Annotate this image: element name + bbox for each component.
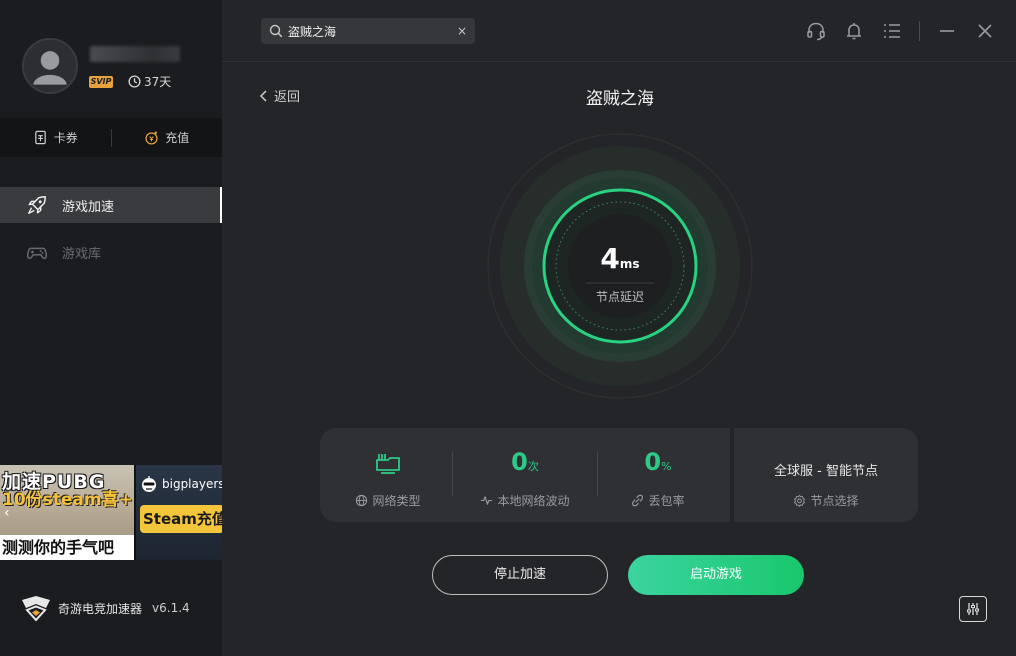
- stat-packet-loss: 0% 丢包率: [590, 428, 726, 522]
- network-type-label: 网络类型: [320, 492, 456, 509]
- menu-icon: [884, 24, 900, 38]
- latency-gauge: 4ms 节点延迟: [486, 132, 754, 400]
- bigplayers-text: bigplayers: [162, 477, 222, 491]
- sidebar-item-label: 游戏加速: [62, 199, 115, 215]
- settings-button[interactable]: [959, 596, 987, 622]
- fluctuation-text: 本地网络波动: [497, 494, 570, 508]
- steam-recharge-cta: Steam充值: [140, 505, 222, 533]
- topbar: ×: [222, 0, 1016, 62]
- menu-button[interactable]: [881, 20, 903, 42]
- gamepad-icon: [27, 247, 47, 260]
- back-button[interactable]: 返回: [258, 86, 300, 105]
- version-label: v6.1.4: [152, 601, 190, 615]
- network-stats-panel: 网络类型 0次 本地网络波动 0% 丢包率 全球服 - 智能节点 节点选择: [320, 428, 918, 522]
- sidebar-item-label: 游戏库: [62, 246, 102, 262]
- clock-icon: [128, 75, 141, 88]
- sidebar-item-game-boost[interactable]: 游戏加速: [0, 187, 222, 223]
- fluctuation-value: 0次: [457, 448, 593, 476]
- chevron-left-icon: [259, 89, 267, 102]
- promo-banner-pubg[interactable]: 加速PUBG 10份steam喜+1福袋 测测你的手气吧: [0, 465, 134, 560]
- bell-icon: [847, 23, 861, 40]
- window-controls: [805, 20, 996, 42]
- app-window: SVIP 37天 卡券 充值 游戏加速 游戏库 加速PUBG 10份steam喜…: [0, 0, 1016, 656]
- vip-days: 37天: [128, 73, 171, 90]
- support-button[interactable]: [805, 20, 827, 42]
- divider: [452, 452, 453, 496]
- search-icon: [269, 24, 283, 38]
- fluctuation-unit: 次: [527, 460, 539, 473]
- coupon-icon: [34, 130, 46, 145]
- recharge-label: 充值: [165, 131, 190, 145]
- sidebar-item-game-library[interactable]: 游戏库: [0, 234, 222, 270]
- packet-loss-unit: %: [661, 460, 672, 473]
- recharge-coin-icon: [145, 131, 158, 145]
- back-label: 返回: [274, 90, 301, 105]
- packet-loss-number: 0: [644, 448, 662, 476]
- globe-icon: [356, 494, 368, 507]
- ethernet-monitor-icon: [376, 454, 400, 474]
- broken-link-icon: [632, 494, 644, 507]
- network-stats: 网络类型 0次 本地网络波动 0% 丢包率: [320, 428, 730, 522]
- coupon-label: 卡券: [53, 131, 78, 145]
- gear-icon: [794, 494, 806, 507]
- bigplayers-mascot-icon: [142, 476, 156, 492]
- promo-banner-bigplayers[interactable]: bigplayers Steam充值: [136, 465, 222, 560]
- avatar[interactable]: [22, 38, 78, 94]
- network-type-text: 网络类型: [372, 494, 421, 508]
- launch-game-button[interactable]: 启动游戏: [628, 555, 804, 595]
- qiyou-logo-icon: [22, 596, 50, 622]
- bigplayers-logo: bigplayers: [140, 475, 222, 493]
- user-icon: [24, 40, 76, 92]
- node-title: 全球服 - 智能节点: [774, 464, 878, 479]
- fluctuation-label: 本地网络波动: [457, 492, 593, 509]
- stop-boost-button[interactable]: 停止加速: [432, 555, 608, 595]
- sliders-icon: [967, 603, 979, 615]
- latency-value: 4ms: [486, 242, 754, 275]
- vip-days-text: 37天: [144, 75, 172, 89]
- network-type-value: [320, 448, 456, 480]
- banner-prev-arrow[interactable]: ‹: [4, 505, 10, 521]
- search-input[interactable]: [288, 24, 452, 38]
- rocket-icon: [28, 196, 46, 214]
- fluctuation-number: 0: [511, 448, 528, 476]
- promo-line-3: 测测你的手气吧: [0, 535, 134, 560]
- sidebar: SVIP 37天 卡券 充值 游戏加速 游戏库 加速PUBG 10份steam喜…: [0, 0, 222, 656]
- headset-icon: [807, 22, 825, 41]
- pulse-icon: [481, 496, 493, 505]
- packet-loss-label: 丢包率: [590, 492, 726, 509]
- brand-name: 奇游电竞加速器: [58, 601, 143, 616]
- promo-banner[interactable]: 加速PUBG 10份steam喜+1福袋 测测你的手气吧 ‹ bigplayer…: [0, 465, 222, 560]
- packet-loss-text: 丢包率: [648, 494, 685, 508]
- search-box[interactable]: ×: [261, 18, 475, 44]
- page-title: 盗贼之海: [586, 89, 654, 109]
- close-button[interactable]: [974, 20, 996, 42]
- divider: [919, 21, 920, 41]
- packet-loss-value: 0%: [590, 448, 726, 476]
- stat-fluctuation: 0次 本地网络波动: [457, 428, 593, 522]
- minimize-icon: [940, 30, 954, 32]
- close-icon: [978, 24, 992, 38]
- username-redacted: [90, 46, 180, 62]
- stat-network-type: 网络类型: [320, 428, 456, 522]
- clear-search-icon[interactable]: ×: [457, 24, 467, 38]
- vip-badge: SVIP: [89, 76, 113, 88]
- account-actions-bar: 卡券 充值: [0, 118, 222, 157]
- coupon-button[interactable]: 卡券: [0, 129, 111, 146]
- brand-logo: 奇游电竞加速器 v6.1.4: [20, 594, 190, 622]
- latency-label: 节点延迟: [595, 290, 644, 304]
- node-select-button[interactable]: 节点选择: [734, 492, 918, 509]
- notifications-button[interactable]: [843, 20, 865, 42]
- node-panel: 全球服 - 智能节点 节点选择: [734, 428, 918, 522]
- latency-unit: ms: [619, 257, 640, 271]
- minimize-button[interactable]: [936, 20, 958, 42]
- node-select-label: 节点选择: [810, 494, 859, 508]
- latency-number: 4: [600, 242, 620, 275]
- promo-line-2: 10份steam喜+1福袋: [2, 490, 132, 510]
- recharge-button[interactable]: 充值: [112, 129, 223, 146]
